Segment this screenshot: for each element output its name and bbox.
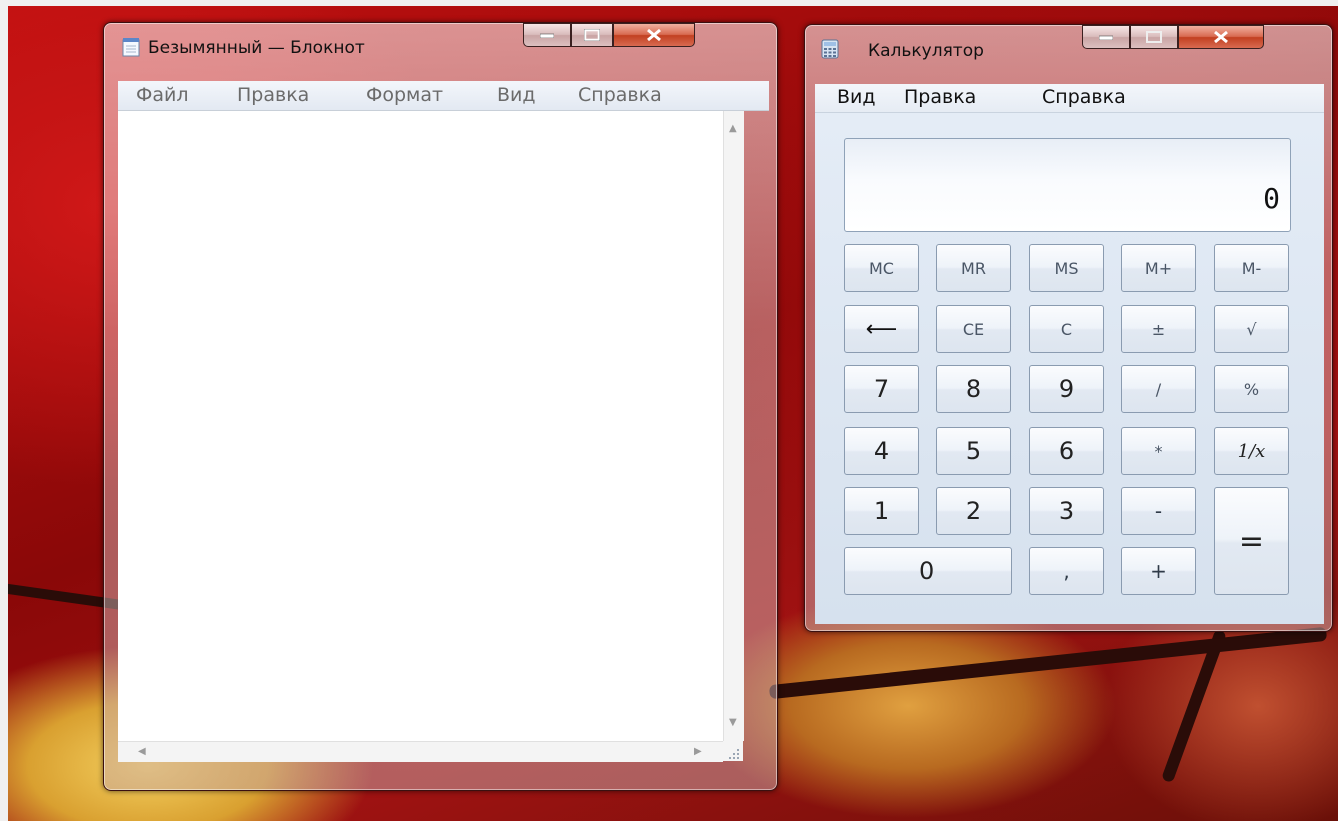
key-percent[interactable]: % [1214, 365, 1289, 413]
scroll-left-icon[interactable]: ◀ [138, 746, 146, 757]
key-decimal[interactable]: , [1029, 547, 1104, 595]
maximize-button[interactable] [571, 23, 613, 47]
menu-item-view[interactable]: Вид [497, 84, 536, 106]
notepad-icon [122, 38, 140, 57]
calculator-display: 0 [844, 138, 1291, 232]
key-equals[interactable]: = [1214, 487, 1289, 595]
key-1[interactable]: 1 [844, 487, 919, 535]
key-5[interactable]: 5 [936, 427, 1011, 475]
menu-item-format[interactable]: Формат [366, 84, 443, 106]
calculator-menu-bar: Вид Правка Справка [815, 84, 1324, 112]
minimize-button[interactable] [523, 23, 571, 47]
minimize-button[interactable] [1082, 25, 1130, 49]
horizontal-scrollbar[interactable]: ◀ ▶ [118, 741, 723, 762]
key-4[interactable]: 4 [844, 427, 919, 475]
maximize-icon [584, 29, 600, 41]
calculator-title: Калькулятор [868, 41, 984, 61]
scroll-up-icon[interactable]: ▲ [729, 123, 737, 134]
menu-item-edit[interactable]: Правка [904, 86, 976, 108]
key-8[interactable]: 8 [936, 365, 1011, 413]
menu-item-file[interactable]: Файл [136, 84, 189, 106]
notepad-menu-bar: Файл Правка Формат Вид Справка [118, 81, 769, 111]
key-plus-minus[interactable]: ± [1121, 305, 1196, 353]
resize-grip-icon[interactable] [723, 741, 743, 761]
menu-item-edit[interactable]: Правка [237, 84, 309, 106]
key-clear[interactable]: C [1029, 305, 1104, 353]
close-button[interactable] [1178, 25, 1264, 49]
key-backspace[interactable]: ⟵ [844, 305, 919, 353]
key-divide[interactable]: / [1121, 365, 1196, 413]
key-0[interactable]: 0 [844, 547, 1012, 595]
key-9[interactable]: 9 [1029, 365, 1104, 413]
key-multiply[interactable]: * [1121, 427, 1196, 475]
key-3[interactable]: 3 [1029, 487, 1104, 535]
scroll-right-icon[interactable]: ▶ [694, 746, 702, 757]
scroll-down-icon[interactable]: ▼ [729, 717, 737, 728]
key-memory-store[interactable]: MS [1029, 244, 1104, 292]
minimize-icon [1099, 35, 1113, 40]
close-icon [647, 28, 661, 42]
menu-item-view[interactable]: Вид [837, 86, 876, 108]
menu-item-help[interactable]: Справка [578, 84, 662, 106]
maximize-button [1130, 25, 1178, 49]
key-memory-subtract[interactable]: M- [1214, 244, 1289, 292]
close-icon [1214, 30, 1228, 44]
key-memory-recall[interactable]: MR [936, 244, 1011, 292]
calculator-icon [821, 39, 839, 59]
calculator-body: 0 MC MR MS M+ M- ⟵ CE C ± √ 7 8 9 / % 4 … [815, 112, 1324, 624]
key-clear-entry[interactable]: CE [936, 305, 1011, 353]
key-minus[interactable]: - [1121, 487, 1196, 535]
notepad-text-area[interactable] [118, 111, 723, 741]
notepad-title: Безымянный — Блокнот [148, 38, 365, 58]
menu-item-help[interactable]: Справка [1042, 86, 1126, 108]
notepad-caption-buttons [523, 23, 695, 47]
key-square-root[interactable]: √ [1214, 305, 1289, 353]
key-6[interactable]: 6 [1029, 427, 1104, 475]
display-value: 0 [1263, 182, 1280, 215]
close-button[interactable] [613, 23, 695, 47]
calculator-caption-buttons [1082, 25, 1264, 49]
minimize-icon [540, 33, 554, 38]
calculator-window[interactable]: Калькулятор Вид Правка Справка 0 MC MR M… [804, 24, 1333, 632]
wallpaper-branch [768, 626, 1328, 700]
key-reciprocal[interactable]: 1/x [1214, 427, 1289, 475]
key-plus[interactable]: + [1121, 547, 1196, 595]
key-7[interactable]: 7 [844, 365, 919, 413]
key-2[interactable]: 2 [936, 487, 1011, 535]
maximize-icon [1146, 31, 1162, 43]
key-memory-add[interactable]: M+ [1121, 244, 1196, 292]
key-memory-clear[interactable]: MC [844, 244, 919, 292]
vertical-scrollbar[interactable]: ▲ ▼ [723, 111, 744, 741]
